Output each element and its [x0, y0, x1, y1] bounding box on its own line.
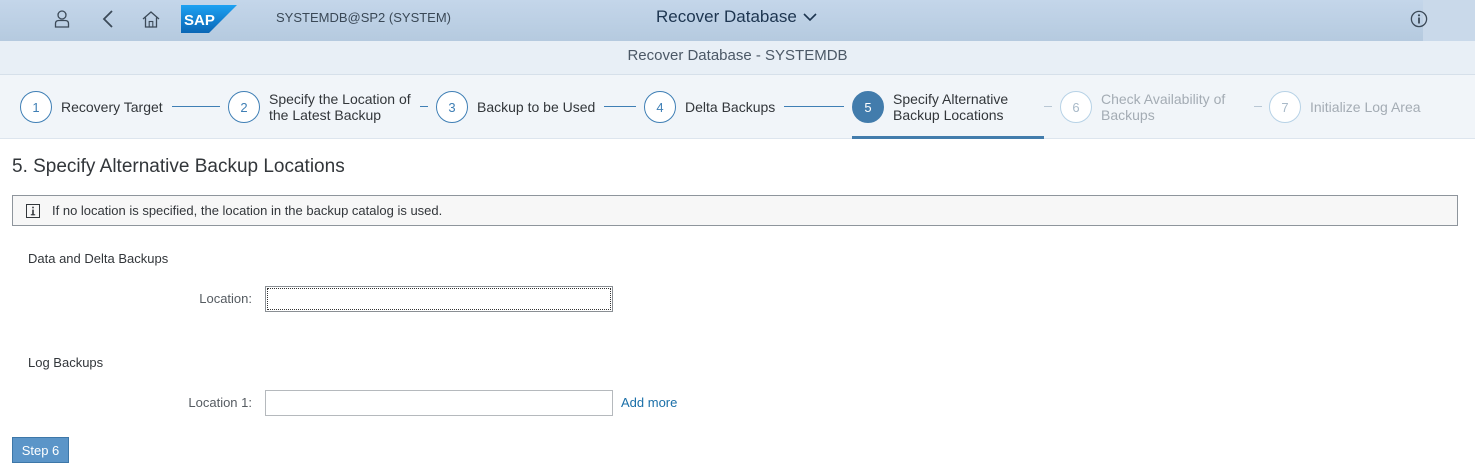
wizard-step-5[interactable]: 5 Specify Alternative Backup Locations — [852, 91, 1033, 123]
next-step-button[interactable]: Step 6 — [12, 437, 69, 463]
step-label: Backup to be Used — [477, 99, 596, 115]
logo-text: SAP — [184, 12, 215, 29]
wizard-step-1[interactable]: 1 Recovery Target — [20, 91, 163, 123]
page-title: 5. Specify Alternative Backup Locations — [12, 156, 345, 177]
add-more-link[interactable]: Add more — [621, 395, 677, 410]
step-number: 6 — [1060, 91, 1092, 123]
step-number: 5 — [852, 91, 884, 123]
data-location-label: Location: — [199, 291, 252, 306]
app-title: Recover Database — [656, 7, 797, 26]
step-number: 2 — [228, 91, 260, 123]
step-label: Initialize Log Area — [1310, 99, 1421, 115]
wizard-connector — [1044, 106, 1052, 107]
home-icon[interactable] — [138, 6, 164, 32]
step-label: Check Availability of Backups — [1101, 91, 1226, 123]
wizard-progress: 1 Recovery Target 2 Specify the Location… — [0, 75, 1475, 139]
shell-bar: SAP SYSTEMDB@SP2 (SYSTEM) Recover Databa… — [0, 0, 1475, 41]
wizard-connector — [784, 106, 844, 107]
log-backups-heading: Log Backups — [28, 355, 104, 370]
step-label: Recovery Target — [61, 99, 163, 115]
wizard-step-6: 6 Check Availability of Backups — [1060, 91, 1241, 123]
info-message-strip: If no location is specified, the locatio… — [12, 195, 1458, 226]
wizard-step-3[interactable]: 3 Backup to be Used — [436, 91, 595, 123]
step-number: 1 — [20, 91, 52, 123]
sap-logo[interactable]: SAP — [181, 5, 237, 33]
wizard-step-2[interactable]: 2 Specify the Location of the Latest Bac… — [228, 91, 429, 123]
wizard-connector — [1254, 106, 1262, 107]
step-label: Specify the Location of the Latest Backu… — [269, 91, 411, 123]
log-location-input[interactable] — [265, 390, 613, 416]
info-icon — [26, 203, 40, 218]
wizard-connector — [172, 106, 220, 107]
user-icon[interactable] — [49, 6, 75, 32]
chevron-down-icon — [803, 7, 817, 27]
page-header-title: Recover Database - SYSTEMDB — [627, 47, 848, 64]
active-step-indicator — [852, 136, 1044, 139]
wizard-connector — [604, 106, 636, 107]
wizard-step-4[interactable]: 4 Delta Backups — [644, 91, 775, 123]
data-location-input[interactable] — [265, 286, 613, 312]
step-number: 4 — [644, 91, 676, 123]
wizard-step-7: 7 Initialize Log Area — [1269, 91, 1421, 123]
step-number: 3 — [436, 91, 468, 123]
step-number: 7 — [1269, 91, 1301, 123]
data-backups-heading: Data and Delta Backups — [28, 251, 169, 266]
step-label: Delta Backups — [685, 99, 776, 115]
log-location-label: Location 1: — [188, 395, 252, 410]
app-title-menu[interactable]: Recover Database — [656, 7, 817, 27]
back-icon[interactable] — [95, 6, 121, 32]
step-label: Specify Alternative Backup Locations — [893, 91, 1009, 123]
page-header: Recover Database - SYSTEMDB — [0, 41, 1475, 75]
info-message-text: If no location is specified, the locatio… — [52, 203, 443, 218]
help-icon[interactable] — [1406, 6, 1432, 32]
system-name: SYSTEMDB@SP2 (SYSTEM) — [276, 10, 452, 25]
